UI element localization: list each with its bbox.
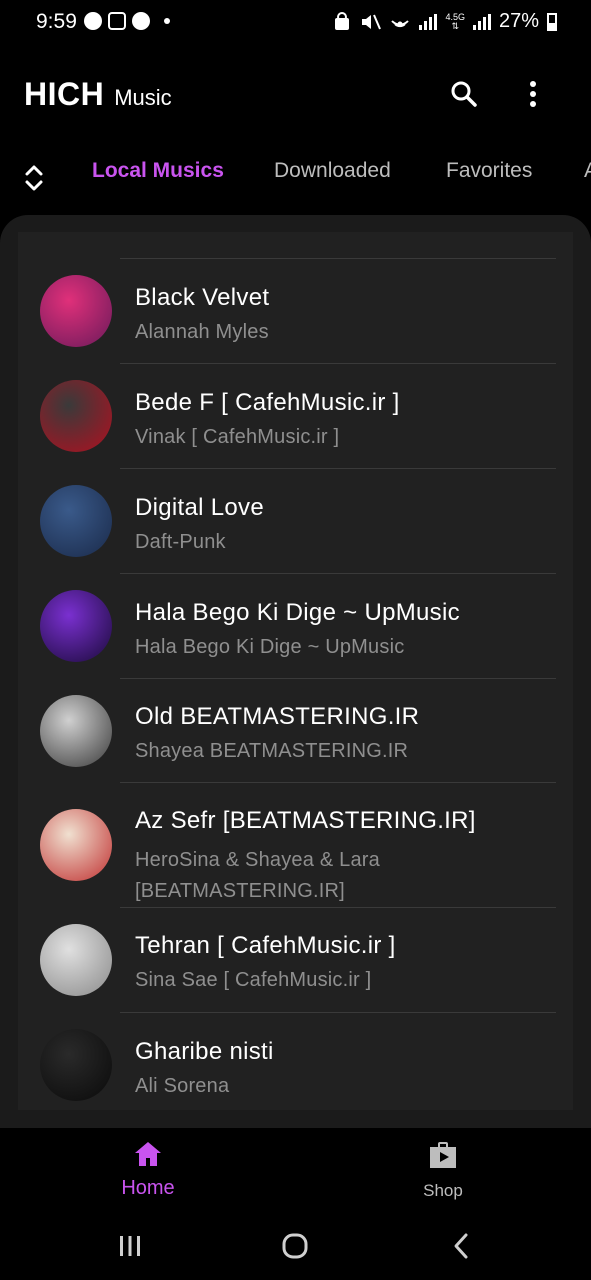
app-logo: HICH Music: [24, 76, 172, 113]
album-cover: [40, 485, 112, 557]
album-cover: [40, 590, 112, 662]
more-options-button[interactable]: [509, 70, 557, 118]
home-icon: [135, 1142, 161, 1166]
track-row[interactable]: Digital Love Daft-Punk: [18, 469, 573, 574]
app-notification-icon: [132, 12, 150, 30]
hotspot-icon: [391, 19, 410, 27]
battery-icon: [547, 12, 557, 31]
track-artist: Shayea BEATMASTERING.IR: [135, 740, 409, 762]
track-row[interactable]: Old BEATMASTERING.IR Shayea BEATMASTERING…: [18, 679, 573, 783]
more-vert-icon: [530, 81, 536, 107]
track-title: Hala Bego Ki Dige ~ UpMusic: [135, 599, 460, 626]
track-list[interactable]: Black Velvet Alannah Myles Bede F [ CafehM…: [18, 232, 573, 1110]
album-cover: [40, 924, 112, 996]
album-cover: [40, 380, 112, 452]
home-circle-icon: [282, 1233, 308, 1259]
track-artist: HeroSina & Shayea & Lara [BEATMASTERING.…: [135, 849, 380, 902]
track-title: Black Velvet: [135, 284, 270, 311]
network-type: 4.5G ⇅: [445, 11, 465, 31]
notification-icons: [84, 12, 170, 30]
track-row[interactable]: Hala Bego Ki Dige ~ UpMusic Hala Bego Ki …: [18, 574, 573, 679]
track-title: Az Sefr [BEATMASTERING.IR]: [135, 807, 476, 834]
search-icon: [451, 81, 477, 107]
signal-icon: [419, 13, 438, 30]
back-button[interactable]: [441, 1230, 481, 1262]
notification-check-icon: [84, 12, 102, 30]
album-cover: [40, 1029, 112, 1101]
tab-bar: Local Musics Downloaded Favorites A: [0, 140, 591, 204]
album-cover: [40, 695, 112, 767]
tab-favorites[interactable]: Favorites: [446, 159, 532, 183]
status-time: 9:59: [36, 10, 77, 33]
track-title: Digital Love: [135, 494, 265, 521]
more-notifications-icon: [164, 18, 170, 24]
sort-arrows-icon: [25, 165, 43, 191]
recent-apps-icon: [120, 1236, 140, 1256]
nav-home[interactable]: Home: [88, 1140, 208, 1200]
track-artist: Daft-Punk: [135, 531, 226, 553]
track-title: Old BEATMASTERING.IR: [135, 703, 420, 730]
track-artist: Ali Sorena: [135, 1075, 230, 1097]
track-title: Bede F [ CafehMusic.ir ]: [135, 389, 400, 416]
recycle-lock-icon: [335, 11, 350, 30]
status-right: 4.5G ⇅ 27%: [333, 10, 557, 33]
back-icon: [454, 1233, 468, 1259]
tab-local-musics[interactable]: Local Musics: [92, 159, 224, 183]
tab-partial[interactable]: A: [584, 159, 591, 183]
nav-shop[interactable]: Shop: [383, 1140, 503, 1201]
track-row[interactable]: Az Sefr [BEATMASTERING.IR] HeroSina & Sha…: [18, 783, 573, 908]
sort-button[interactable]: [18, 158, 50, 198]
brand-sub: Music: [114, 85, 172, 110]
system-navigation: [0, 1214, 591, 1280]
status-bar: 9:59 4.5G ⇅ 27%: [0, 0, 591, 46]
battery-percent: 27%: [498, 10, 539, 32]
bottom-navigation: Home Shop: [0, 1128, 591, 1214]
track-artist: Sina Sae [ CafehMusic.ir ]: [135, 969, 372, 991]
track-row[interactable]: Gharibe nisti Ali Sorena: [18, 1013, 573, 1110]
shopping-bag-icon: [430, 1142, 456, 1168]
instagram-icon: [108, 12, 126, 30]
nav-home-label: Home: [121, 1177, 175, 1199]
nav-shop-label: Shop: [423, 1181, 463, 1200]
track-title: Tehran [ CafehMusic.ir ]: [135, 932, 396, 959]
track-row[interactable]: Bede F [ CafehMusic.ir ] Vinak [ CafehMus…: [18, 364, 573, 469]
recent-apps-button[interactable]: [110, 1230, 150, 1262]
track-title: Gharibe nisti: [135, 1038, 274, 1065]
app-bar: HICH Music: [0, 60, 591, 130]
album-cover: [40, 809, 112, 881]
track-row[interactable]: Black Velvet Alannah Myles: [18, 259, 573, 364]
track-artist: Hala Bego Ki Dige ~ UpMusic: [135, 636, 405, 658]
brand-main: HICH: [24, 76, 105, 112]
album-cover: [40, 275, 112, 347]
track-row[interactable]: Tehran [ CafehMusic.ir ] Sina Sae [ Cafeh…: [18, 908, 573, 1013]
search-button[interactable]: [440, 70, 488, 118]
mute-icon: [362, 14, 382, 29]
track-artist: Vinak [ CafehMusic.ir ]: [135, 426, 340, 448]
tab-downloaded[interactable]: Downloaded: [274, 159, 391, 183]
home-system-button[interactable]: [275, 1230, 315, 1262]
track-artist: Alannah Myles: [135, 321, 269, 343]
signal-icon-2: [472, 13, 491, 30]
